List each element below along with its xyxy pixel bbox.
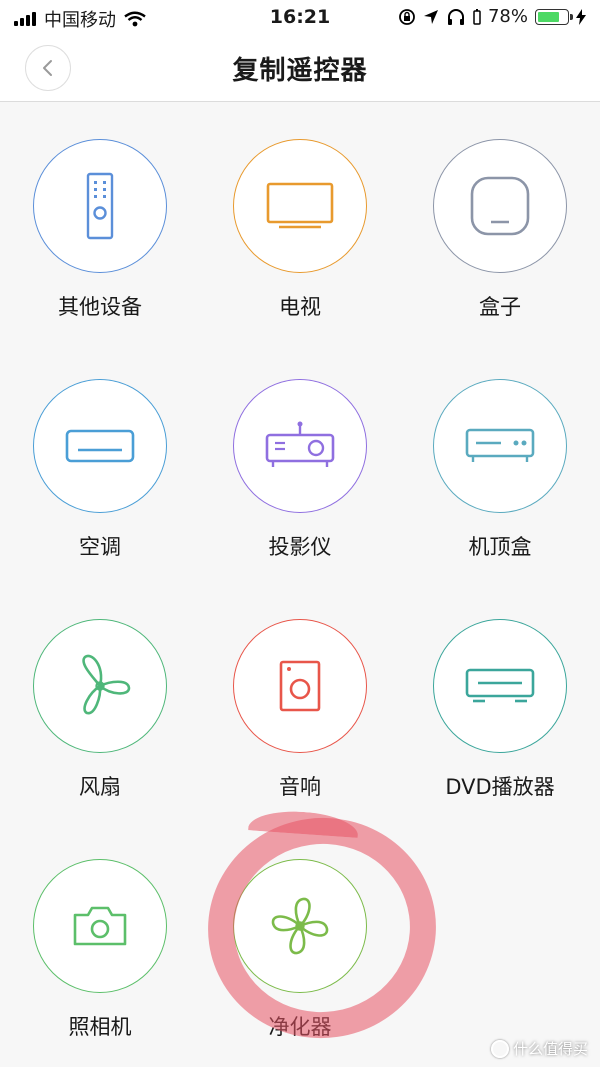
device-label: 其他设备 <box>58 295 142 319</box>
status-right: 78% <box>398 6 586 27</box>
speaker-icon <box>279 660 321 712</box>
device-label: 机顶盒 <box>468 535 532 559</box>
device-label: 音响 <box>279 775 321 799</box>
device-speaker[interactable]: 音响 <box>200 583 400 823</box>
device-label: 风扇 <box>79 775 121 799</box>
fan-icon <box>82 654 131 715</box>
watermark-logo-icon <box>490 1039 509 1058</box>
device-circle[interactable] <box>433 139 567 273</box>
dvd-player-icon <box>465 668 535 703</box>
device-circle[interactable] <box>33 859 167 993</box>
device-tv[interactable]: 电视 <box>200 103 400 343</box>
rotation-lock-icon <box>399 8 415 25</box>
device-label: 空调 <box>79 535 121 559</box>
device-grid: 其他设备 电视 盒子 空调 投影仪 机顶盒 风扇 音响 DVD播放器 照相机 净… <box>0 103 600 1067</box>
battery-fill <box>538 11 559 22</box>
device-circle[interactable] <box>233 619 367 753</box>
device-air-conditioner[interactable]: 空调 <box>0 343 200 583</box>
device-label: 盒子 <box>479 295 521 319</box>
location-icon <box>423 9 438 24</box>
device-label: 净化器 <box>268 1015 332 1039</box>
headphones-icon <box>447 8 464 25</box>
device-label: 电视 <box>279 295 321 319</box>
projector-icon <box>265 421 335 467</box>
device-label: DVD播放器 <box>445 775 555 799</box>
device-label: 投影仪 <box>268 535 332 559</box>
device-circle[interactable] <box>233 859 367 993</box>
watermark-text: 什么值得买 <box>512 1040 588 1058</box>
device-label: 照相机 <box>68 1015 132 1039</box>
status-bar: 中国移动 16:21 78% <box>0 0 600 34</box>
device-purifier[interactable]: 净化器 <box>200 823 400 1063</box>
camera-icon <box>73 906 127 946</box>
device-circle[interactable] <box>33 379 167 513</box>
tv-icon <box>266 182 334 229</box>
box-icon <box>470 176 530 236</box>
set-top-box-icon <box>465 428 535 462</box>
remote-control-icon <box>86 172 114 240</box>
battery-percent: 78% <box>487 6 528 27</box>
device-circle[interactable] <box>33 139 167 273</box>
device-projector[interactable]: 投影仪 <box>200 343 400 583</box>
battery-icon <box>535 8 573 25</box>
nav-bar: 复制遥控器 <box>0 34 600 102</box>
device-dvd-player[interactable]: DVD播放器 <box>400 583 600 823</box>
device-box[interactable]: 盒子 <box>400 103 600 343</box>
device-circle[interactable] <box>433 379 567 513</box>
device-circle[interactable] <box>33 619 167 753</box>
charging-icon <box>576 8 586 25</box>
device-set-top-box[interactable]: 机顶盒 <box>400 343 600 583</box>
device-camera[interactable]: 照相机 <box>0 823 200 1063</box>
device-circle[interactable] <box>233 139 367 273</box>
battery-status-icon <box>473 8 481 25</box>
device-fan[interactable]: 风扇 <box>0 583 200 823</box>
page-title: 复制遥控器 <box>232 56 368 86</box>
watermark: 什么值得买 <box>490 1038 588 1059</box>
purifier-icon <box>271 897 329 955</box>
air-conditioner-icon <box>65 429 135 463</box>
device-circle[interactable] <box>433 619 567 753</box>
device-other[interactable]: 其他设备 <box>0 103 200 343</box>
device-circle[interactable] <box>233 379 367 513</box>
